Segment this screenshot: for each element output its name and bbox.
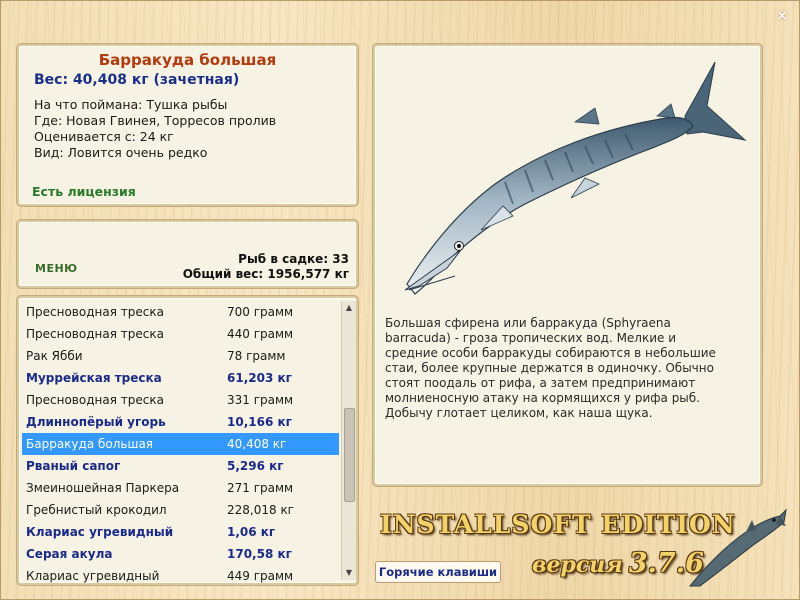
catch-name: Барракуда большая bbox=[26, 437, 154, 451]
catch-weight: 449 грамм bbox=[227, 569, 294, 583]
catch-list: Пресноводная треска 700 грамм Пресноводная… bbox=[22, 301, 339, 583]
catch-name: Длиннопёрый угорь bbox=[26, 415, 166, 429]
catch-row[interactable]: Пресноводная треска 331 грамм bbox=[22, 389, 339, 411]
place-line: Где: Новая Гвинея, Торресов пролив bbox=[34, 113, 277, 128]
catch-row[interactable]: Серая акула 170,58 кг bbox=[22, 543, 339, 565]
catch-name: Серая акула bbox=[26, 547, 113, 561]
catch-weight: 228,018 кг bbox=[227, 503, 294, 517]
catch-weight: 5,296 кг bbox=[227, 459, 284, 473]
catch-weight: 331 грамм bbox=[227, 393, 294, 407]
catch-row[interactable]: Рваный сапог 5,296 кг bbox=[22, 455, 339, 477]
scroll-up-icon[interactable]: ▲ bbox=[342, 301, 356, 315]
catch-name: Клариас угревидный bbox=[26, 525, 174, 539]
fish-weight: Вес: 40,408 кг (зачетная) bbox=[34, 72, 240, 88]
bait-line: На что поймана: Тушка рыбы bbox=[34, 97, 228, 112]
fish-picture-panel: Большая сфирена или барракуда (Sphyraena… bbox=[373, 44, 762, 486]
keepnet-total-weight: Общий вес: 1956,577 кг bbox=[182, 267, 349, 281]
catch-name: Пресноводная треска bbox=[26, 327, 164, 341]
catch-weight: 170,58 кг bbox=[227, 547, 292, 561]
catch-weight: 271 грамм bbox=[227, 481, 294, 495]
catch-name: Муррейская треска bbox=[26, 371, 162, 385]
catch-weight: 700 грамм bbox=[227, 305, 294, 319]
catch-row[interactable]: Барракуда большая 40,408 кг bbox=[22, 433, 339, 455]
catch-row[interactable]: Клариас угревидный 1,06 кг bbox=[22, 521, 339, 543]
catch-weight: 61,203 кг bbox=[227, 371, 292, 385]
keepnet-count: Рыб в садке: 33 bbox=[238, 252, 349, 266]
version-label: версия bbox=[532, 552, 623, 578]
catch-name: Рак Ябби bbox=[26, 349, 83, 363]
catch-name: Змеиношейная Паркера bbox=[26, 481, 180, 495]
min-weight-line: Оценивается с: 24 кг bbox=[34, 129, 174, 144]
barracuda-image bbox=[404, 61, 747, 295]
catch-name: Пресноводная треска bbox=[26, 305, 164, 319]
keepnet-panel: МЕНЮ Рыб в садке: 33 Общий вес: 1956,577… bbox=[17, 220, 358, 288]
scroll-thumb[interactable] bbox=[344, 408, 355, 502]
menu-button[interactable]: МЕНЮ bbox=[35, 262, 78, 275]
fish-description: Большая сфирена или барракуда (Sphyraena… bbox=[385, 316, 716, 420]
fish-title: Барракуда большая bbox=[98, 51, 277, 69]
catch-row[interactable]: Рак Ябби 78 грамм bbox=[22, 345, 339, 367]
catch-weight: 10,166 кг bbox=[227, 415, 292, 429]
license-status: Есть лицензия bbox=[32, 184, 136, 199]
sturgeon-logo bbox=[688, 508, 787, 587]
hotkeys-button[interactable]: Горячие клавиши bbox=[375, 561, 501, 583]
catch-name: Рваный сапог bbox=[26, 459, 121, 473]
catch-row[interactable]: Пресноводная треска 700 грамм bbox=[22, 301, 339, 323]
scroll-down-icon[interactable]: ▼ bbox=[342, 566, 356, 580]
catch-weight: 40,408 кг bbox=[227, 437, 287, 451]
rarity-line: Вид: Ловится очень редко bbox=[34, 145, 208, 160]
brand-title: INSTALLSOFT EDITION bbox=[380, 510, 736, 539]
catch-row[interactable]: Длиннопёрый угорь 10,166 кг bbox=[22, 411, 339, 433]
catch-list-panel: Пресноводная треска 700 грамм Пресноводная… bbox=[17, 296, 358, 585]
catch-row[interactable]: Клариас угревидный 449 грамм bbox=[22, 565, 339, 583]
catch-weight: 78 грамм bbox=[227, 349, 286, 363]
fish-info-panel: Барракуда большая Вес: 40,408 кг (зачетн… bbox=[17, 44, 358, 206]
list-scrollbar[interactable]: ▲ ▼ bbox=[341, 301, 356, 580]
catch-row[interactable]: Гребнистый крокодил 228,018 кг bbox=[22, 499, 339, 521]
catch-name: Пресноводная треска bbox=[26, 393, 164, 407]
catch-row[interactable]: Муррейская треска 61,203 кг bbox=[22, 367, 339, 389]
catch-weight: 1,06 кг bbox=[227, 525, 276, 539]
catch-name: Гребнистый крокодил bbox=[26, 503, 167, 517]
catch-name: Клариас угревидный bbox=[26, 569, 160, 583]
catch-row[interactable]: Пресноводная треска 440 грамм bbox=[22, 323, 339, 345]
close-icon[interactable]: ✕ bbox=[774, 8, 790, 24]
catch-weight: 440 грамм bbox=[227, 327, 294, 341]
catch-row[interactable]: Змеиношейная Паркера 271 грамм bbox=[22, 477, 339, 499]
brand-version: версия 3.7.6 bbox=[532, 548, 704, 579]
